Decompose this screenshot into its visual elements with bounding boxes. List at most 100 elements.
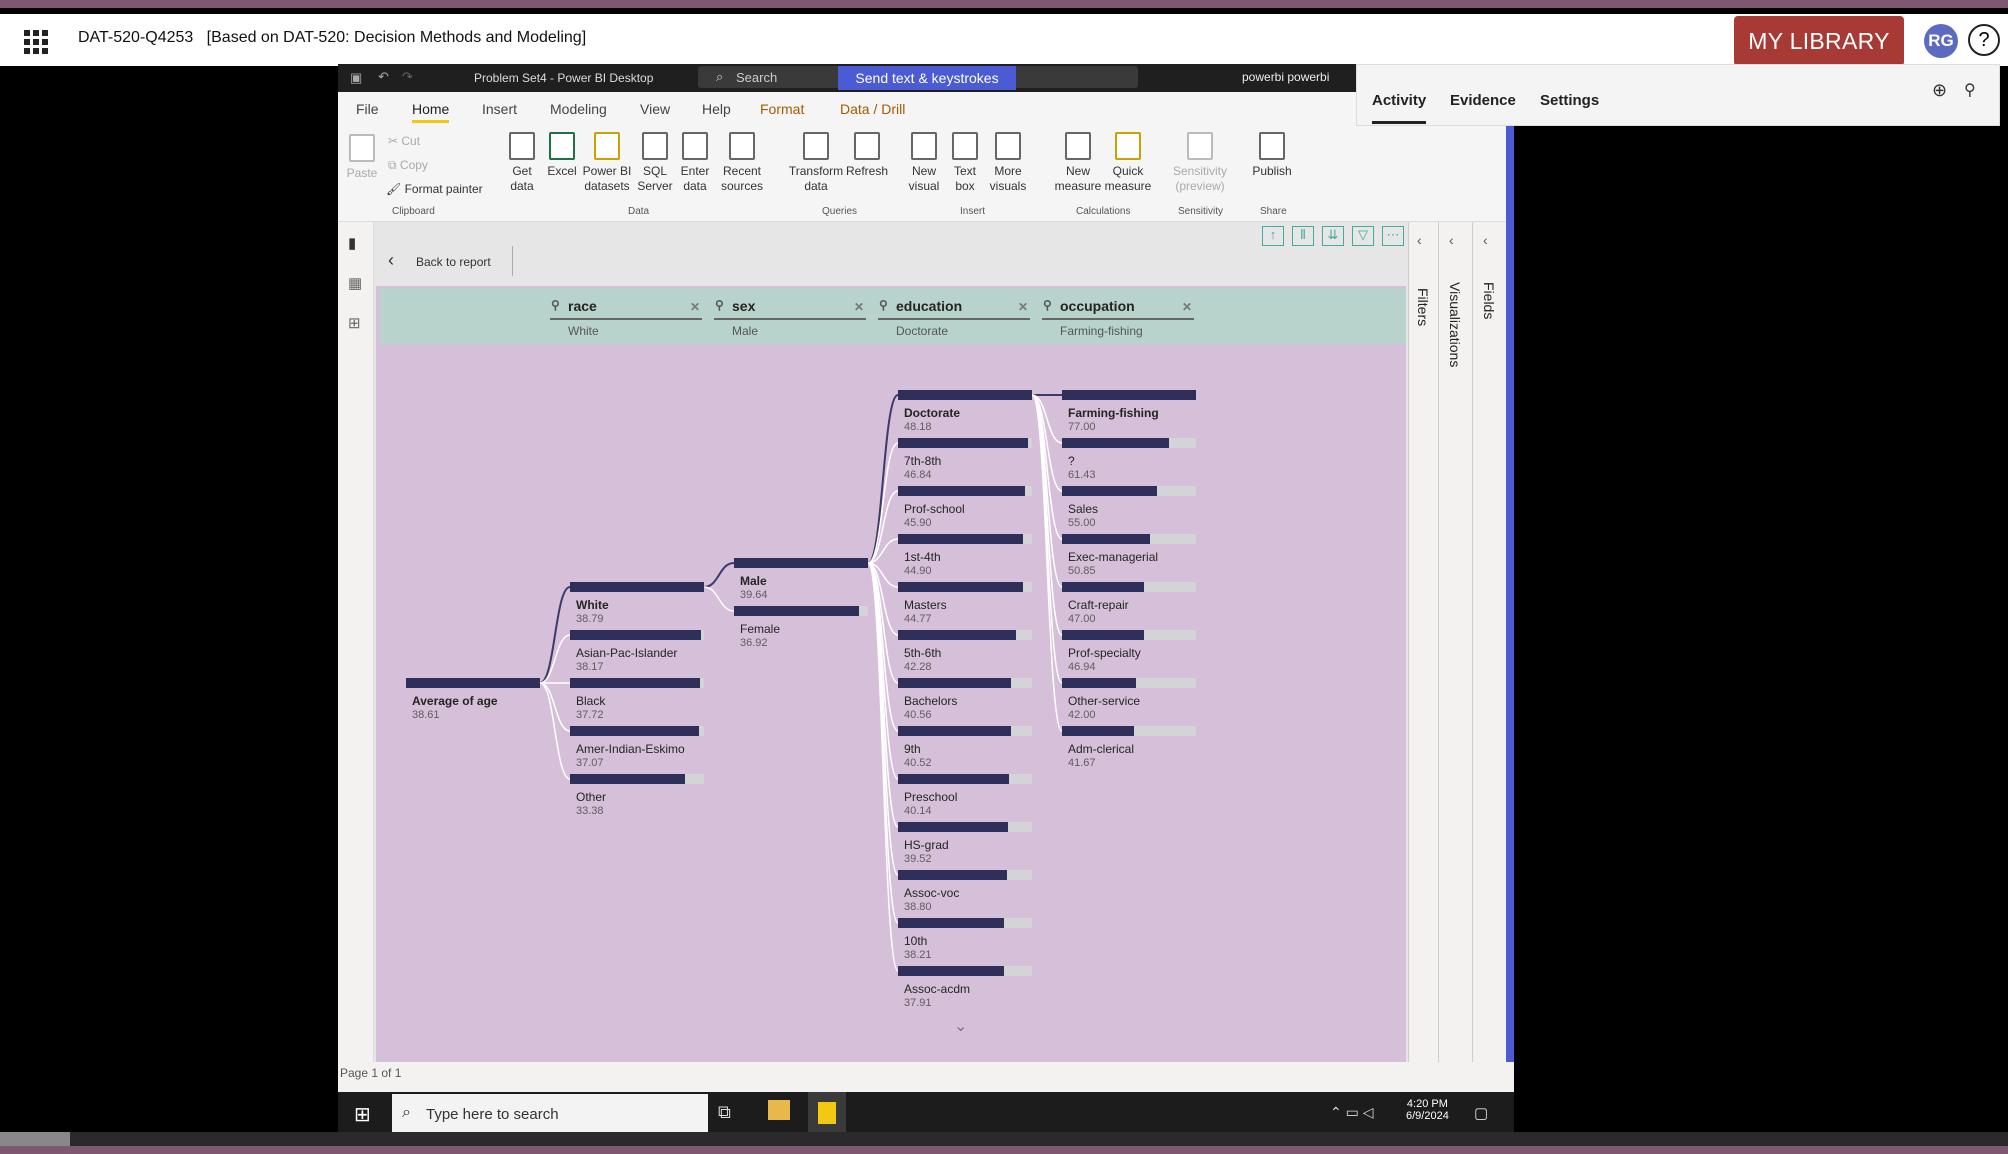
tree-node-education-11[interactable]: 10th 38.21 <box>898 918 1032 962</box>
tree-link <box>539 634 571 684</box>
node-value: 42.00 <box>1068 709 1096 721</box>
remove-level-icon[interactable]: ✕ <box>1018 300 1028 314</box>
node-label: Female <box>740 622 781 636</box>
tree-node-education-5[interactable]: 5th-6th 42.28 <box>898 630 1032 674</box>
node-value: 40.56 <box>904 709 932 721</box>
node-bar-fill <box>898 630 1016 640</box>
status-bar: Page 1 of 1 <box>338 1062 1514 1092</box>
node-bar-fill <box>898 534 1023 544</box>
remove-level-icon[interactable]: ✕ <box>690 300 700 314</box>
tree-node-education-4[interactable]: Masters 44.77 <box>898 582 1032 626</box>
node-value: 41.67 <box>1068 757 1096 769</box>
tray-icons[interactable]: ⌃ ▭ ◁ <box>1330 1104 1374 1121</box>
tree-node-occupation-4[interactable]: Craft-repair 47.00 <box>1062 582 1196 626</box>
node-value: 38.61 <box>412 709 440 721</box>
node-label: Average of age <box>412 694 498 708</box>
tree-node-education-6[interactable]: Bachelors 40.56 <box>898 678 1032 722</box>
node-value: 61.43 <box>1068 469 1096 481</box>
tree-node-education-7[interactable]: 9th 40.52 <box>898 726 1032 770</box>
tree-node-occupation-5[interactable]: Prof-specialty 46.94 <box>1062 630 1196 674</box>
tree-node-occupation-1[interactable]: ? 61.43 <box>1062 438 1196 482</box>
node-label: Preschool <box>904 790 958 804</box>
tree-link <box>539 682 571 732</box>
tree-link <box>867 562 899 876</box>
tree-node-occupation-7[interactable]: Adm-clerical 41.67 <box>1062 726 1196 770</box>
level-header-race[interactable]: race ⚲ ✕ <box>550 298 702 320</box>
tree-link <box>703 562 735 588</box>
tree-node-root[interactable]: Average of age 38.61 <box>406 678 540 722</box>
node-label: Male <box>740 574 767 588</box>
tree-node-occupation-6[interactable]: Other-service 42.00 <box>1062 678 1196 722</box>
node-bar-fill <box>898 582 1023 592</box>
horizontal-scrollbar[interactable] <box>0 1132 2008 1146</box>
node-value: 44.90 <box>904 565 932 577</box>
node-value: 37.72 <box>576 709 604 721</box>
node-bar-fill <box>898 918 1004 928</box>
power-bi-taskbar-icon[interactable] <box>808 1092 846 1136</box>
chevron-down-icon[interactable]: ⌄ <box>954 1016 967 1036</box>
node-value: 38.17 <box>576 661 604 673</box>
tree-node-race-4[interactable]: Other 33.38 <box>570 774 704 818</box>
node-bar-fill <box>898 390 1032 400</box>
tree-node-race-3[interactable]: Amer-Indian-Eskimo 37.07 <box>570 726 704 770</box>
tree-node-race-1[interactable]: Asian-Pac-Islander 38.17 <box>570 630 704 674</box>
tree-node-education-0[interactable]: Doctorate 48.18 <box>898 390 1032 434</box>
remove-level-icon[interactable]: ✕ <box>854 300 864 314</box>
tree-link <box>703 586 735 612</box>
tree-node-sex-0[interactable]: Male 39.64 <box>734 558 868 602</box>
node-value: 42.28 <box>904 661 932 673</box>
level-value-occupation: Farming-fishing <box>1060 324 1143 338</box>
tree-node-education-10[interactable]: Assoc-voc 38.80 <box>898 870 1032 914</box>
tree-node-education-9[interactable]: HS-grad 39.52 <box>898 822 1032 866</box>
bulb-icon: ⚲ <box>715 298 724 312</box>
node-bar-fill <box>570 678 700 688</box>
node-value: 36.92 <box>740 637 768 649</box>
notification-icon[interactable]: ▢ <box>1474 1104 1488 1122</box>
node-label: Other-service <box>1068 694 1141 708</box>
node-label: 7th-8th <box>904 454 942 468</box>
tree-node-education-3[interactable]: 1st-4th 44.90 <box>898 534 1032 578</box>
node-label: Asian-Pac-Islander <box>576 646 678 660</box>
tree-link <box>867 394 899 564</box>
node-label: Assoc-voc <box>904 886 960 900</box>
node-bar-fill <box>734 606 859 616</box>
level-header-education[interactable]: education ⚲ ✕ <box>878 298 1030 320</box>
node-bar-fill <box>570 582 704 592</box>
scrollbar-thumb[interactable] <box>0 1132 70 1146</box>
level-value-education: Doctorate <box>896 324 949 338</box>
node-bar-fill <box>1062 726 1135 736</box>
tree-node-occupation-3[interactable]: Exec-managerial 50.85 <box>1062 534 1196 578</box>
task-view-icon[interactable]: ⧉ <box>718 1102 731 1123</box>
tree-node-sex-1[interactable]: Female 36.92 <box>734 606 868 650</box>
windows-start-icon[interactable]: ⊞ <box>354 1102 371 1127</box>
node-bar-fill <box>570 774 686 784</box>
node-bar-fill <box>1062 438 1170 448</box>
tree-node-education-8[interactable]: Preschool 40.14 <box>898 774 1032 818</box>
node-label: Exec-managerial <box>1068 550 1159 564</box>
node-value: 55.00 <box>1068 517 1096 529</box>
node-label: Masters <box>904 598 947 612</box>
node-label: Amer-Indian-Eskimo <box>576 742 685 756</box>
remove-level-icon[interactable]: ✕ <box>1182 300 1192 314</box>
node-value: 48.18 <box>904 421 932 433</box>
taskbar-search[interactable]: ⌕ Type here to search <box>392 1094 708 1134</box>
taskbar-search-label: Type here to search <box>426 1105 559 1123</box>
tree-node-education-2[interactable]: Prof-school 45.90 <box>898 486 1032 530</box>
tree-node-race-0[interactable]: White 38.79 <box>570 582 704 626</box>
node-value: 38.21 <box>904 949 932 961</box>
tree-node-education-12[interactable]: Assoc-acdm 37.91 <box>898 966 1032 1010</box>
node-label: Prof-specialty <box>1068 646 1141 660</box>
level-header-sex[interactable]: sex ⚲ ✕ <box>714 298 866 320</box>
level-header-occupation[interactable]: occupation ⚲ ✕ <box>1042 298 1194 320</box>
tree-node-education-1[interactable]: 7th-8th 46.84 <box>898 438 1032 482</box>
tree-node-occupation-0[interactable]: Farming-fishing 77.00 <box>1062 390 1196 434</box>
tree-node-occupation-2[interactable]: Sales 55.00 <box>1062 486 1196 530</box>
clock-date: 6/9/2024 <box>1406 1110 1449 1122</box>
tree-node-race-2[interactable]: Black 37.72 <box>570 678 704 722</box>
node-bar-fill <box>1062 678 1136 688</box>
node-bar-fill <box>898 870 1007 880</box>
file-explorer-icon[interactable] <box>768 1100 790 1120</box>
node-bar-fill <box>898 486 1026 496</box>
node-bar-fill <box>734 558 868 568</box>
tree-link <box>539 682 571 780</box>
